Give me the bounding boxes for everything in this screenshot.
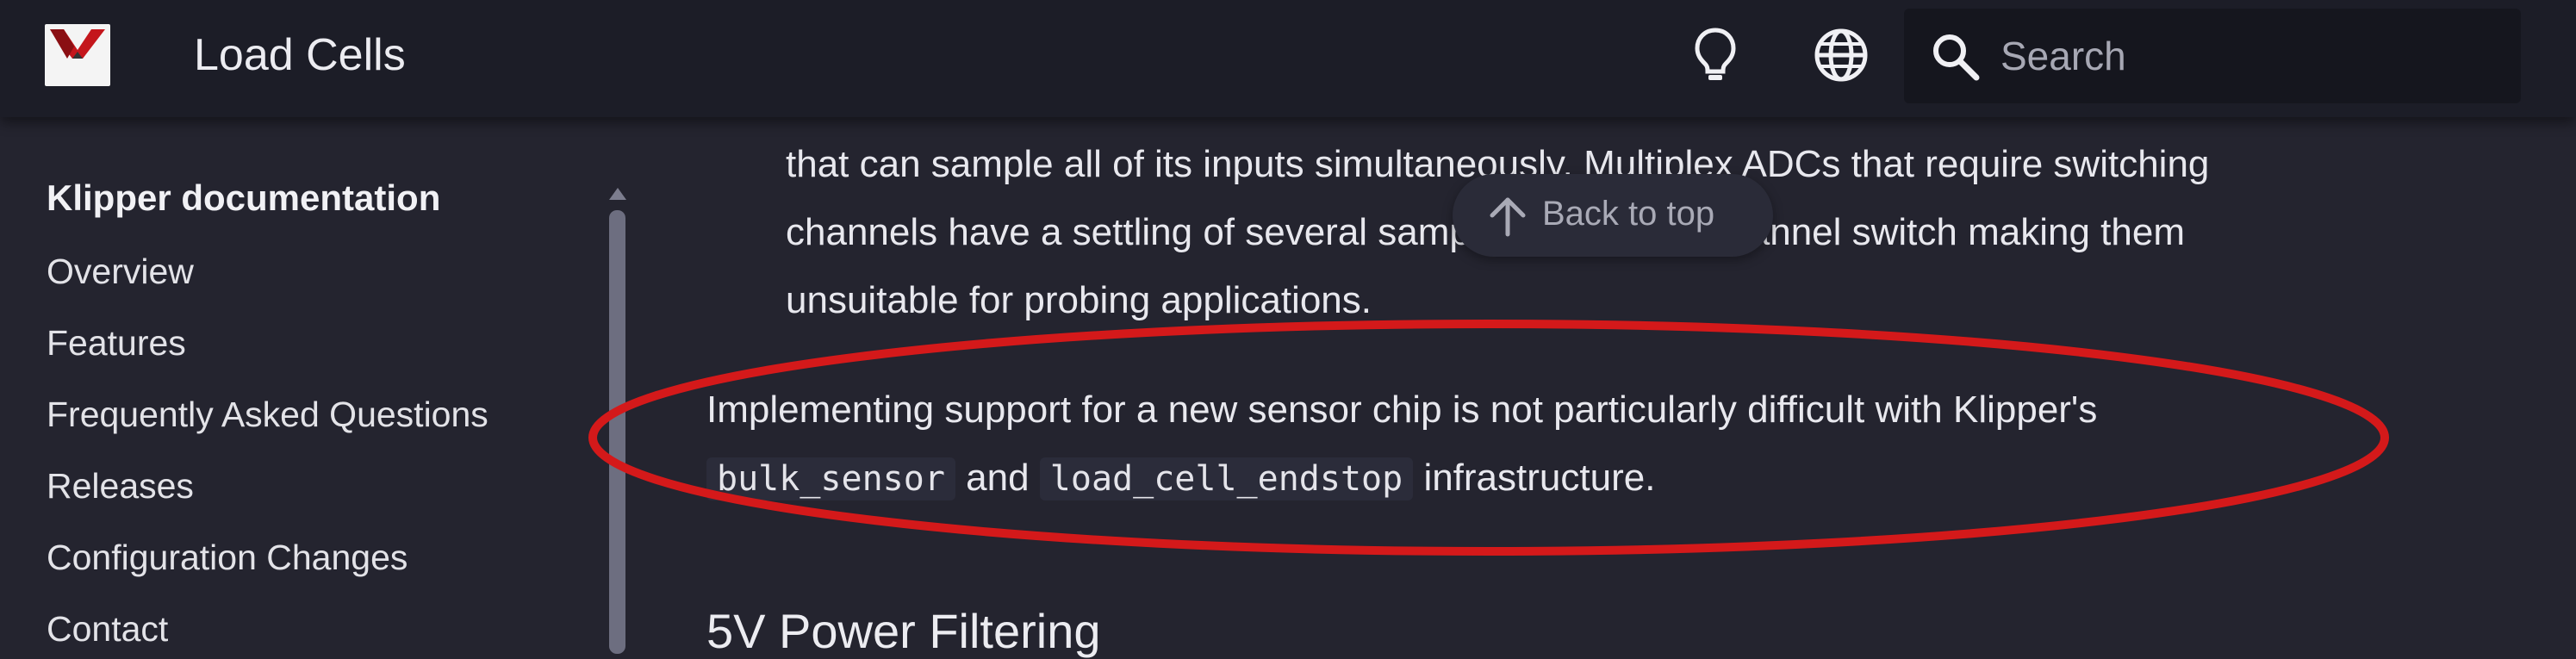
back-to-top-label: Back to top [1542,195,1715,233]
paragraph-tail: infrastructure. [1423,457,1656,499]
paragraph-and: and [966,457,1030,499]
globe-icon[interactable] [1811,24,1871,86]
sidebar-scrollbar-thumb[interactable] [609,210,625,654]
section-heading: 5V Power Filtering [706,604,1101,658]
scroll-up-arrow[interactable] [609,188,626,200]
paragraph-line-2: bulk_sensor and load_cell_endstop infras… [706,445,1655,513]
back-to-top-button[interactable]: Back to top [1453,174,1773,257]
top-bar: Load Cells [0,0,2576,117]
sidebar-item-contact[interactable]: Contact [47,609,168,650]
klipper-logo[interactable] [45,24,110,86]
lightbulb-icon[interactable] [1685,24,1745,86]
sidebar-item-config-changes[interactable]: Configuration Changes [47,538,408,578]
inline-code-load-cell-endstop: load_cell_endstop [1039,457,1414,500]
inline-code-bulk-sensor: bulk_sensor [706,457,955,500]
sidebar-item-releases[interactable]: Releases [47,466,194,507]
sidebar-item-overview[interactable]: Overview [47,252,194,292]
sidebar-title[interactable]: Klipper documentation [47,177,440,219]
list-item-line-3: unsuitable for probing applications. [786,279,1372,321]
search-icon [1930,31,1982,83]
arrow-up-icon [1485,193,1530,238]
paragraph-line-1: Implementing support for a new sensor ch… [706,389,2098,431]
sidebar-item-features[interactable]: Features [47,323,186,364]
search-box[interactable] [1904,9,2521,103]
search-input[interactable] [1999,29,2498,83]
sidebar-item-faq[interactable]: Frequently Asked Questions [47,395,488,435]
page-title: Load Cells [194,30,406,80]
